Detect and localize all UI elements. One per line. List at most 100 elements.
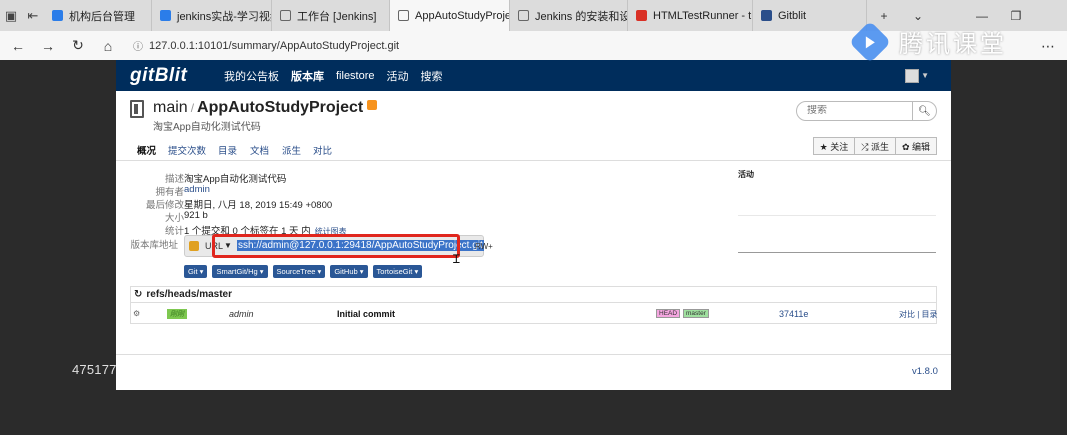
gitblit-logo[interactable]: gitBlit <box>130 65 212 87</box>
search-input[interactable] <box>807 105 907 116</box>
smartgit-button[interactable]: SmartGit/Hg ▾ <box>212 265 268 278</box>
tab-favicon-icon <box>52 10 63 21</box>
annotation-highlight-box <box>212 234 460 258</box>
tab-docs[interactable]: 文档 <box>250 143 269 157</box>
tab-favicon-icon <box>518 10 529 21</box>
text-cursor-icon: Ɪ <box>453 252 460 266</box>
tab-favicon-icon <box>160 10 171 21</box>
detail-row-url: 版本库地址 <box>116 237 178 251</box>
info-icon: ⓘ <box>133 42 143 53</box>
search-icon[interactable]: 🔍︎ <box>912 101 936 121</box>
description-value: 淘宝App自动化测试代码 <box>184 174 287 185</box>
commit-links[interactable]: 对比 | 目录 <box>899 309 938 320</box>
settings-gear-icon: ⚙ <box>133 309 141 318</box>
detail-label: 拥有者 <box>155 187 184 198</box>
title-separator: / <box>190 101 195 115</box>
tab-forks[interactable]: 派生 <box>282 143 301 157</box>
browser-tab[interactable]: Jenkins 的安装和设置 <box>510 0 628 31</box>
branch-panel: ↻ refs/heads/master ⚙ 刚刚 admin Initial c… <box>130 286 938 324</box>
nav-dashboard[interactable]: 我的公告板 <box>224 68 279 84</box>
detail-label: 统计 <box>164 226 184 237</box>
browser-tab[interactable]: 工作台 [Jenkins] <box>272 0 390 31</box>
repo-actions: ★ 关注 ⤮ 派生 ✿ 编辑 <box>812 137 937 155</box>
tortoisegit-button[interactable]: TortoiseGit ▾ <box>372 265 423 278</box>
tab-label: jenkins实战-学习视频& <box>177 10 271 23</box>
watch-button[interactable]: ★ 关注 <box>812 137 856 155</box>
repo-branch[interactable]: main <box>153 99 188 116</box>
nav-filestore[interactable]: filestore <box>336 70 375 82</box>
url-field[interactable]: ⓘ 127.0.0.1:10101/summary/AppAutoStudyPr… <box>133 38 399 54</box>
detail-row-description: 描述 <box>116 171 184 185</box>
lock-icon <box>189 241 199 251</box>
sourcetree-button[interactable]: SourceTree ▾ <box>272 265 326 278</box>
browser-tab-active[interactable]: AppAutoStudyProje ✕ <box>390 0 510 31</box>
search-box: 🔍︎ <box>796 101 937 121</box>
tab-summary[interactable]: 概况 <box>137 143 156 157</box>
activity-divider <box>738 215 936 216</box>
branch-ref[interactable]: refs/heads/master <box>146 289 232 300</box>
edit-button[interactable]: ✿ 编辑 <box>895 137 937 155</box>
head-badge: HEAD <box>656 309 681 318</box>
clone-app-buttons: Git ▾ SmartGit/Hg ▾ SourceTree ▾ GitHub … <box>184 265 427 278</box>
last-change-value: 星期日, 八月 18, 2019 15:49 +0800 <box>184 200 333 211</box>
commit-sha[interactable]: 37411e <box>779 309 808 319</box>
tab-list-icon[interactable]: ▣ <box>0 0 22 31</box>
git-button[interactable]: Git ▾ <box>184 265 208 278</box>
viewer-count-overlay: 475177107正在观看视频 <box>72 362 219 377</box>
rss-icon[interactable] <box>367 100 378 110</box>
tab-compare[interactable]: 对比 <box>313 143 332 157</box>
tab-favicon-icon <box>398 10 409 21</box>
detail-label: 描述 <box>164 174 184 185</box>
github-button[interactable]: GitHub ▾ <box>330 265 368 278</box>
tab-favicon-icon <box>761 10 772 21</box>
tab-label: Jenkins 的安装和设置 <box>535 10 627 23</box>
fork-button[interactable]: ⤮ 派生 <box>855 137 896 155</box>
tencent-classroom-logo-icon <box>848 20 892 63</box>
detail-row-stats: 统计 <box>116 223 184 237</box>
footer-divider <box>116 354 951 355</box>
refresh-icon[interactable]: ↻ <box>63 31 93 60</box>
tab-label: AppAutoStudyProje <box>415 9 510 22</box>
branch-header: ↻ refs/heads/master <box>131 287 936 303</box>
set-aside-tabs-icon[interactable]: ⇤ <box>22 0 44 31</box>
avatar[interactable] <box>905 69 919 83</box>
version-label: v1.8.0 <box>912 366 938 377</box>
tab-label: Gitblit <box>778 9 807 22</box>
commit-author[interactable]: admin <box>229 309 254 319</box>
tab-label: HTMLTestRunner - tunc <box>653 9 752 22</box>
home-icon[interactable]: ⌂ <box>93 31 123 60</box>
table-row[interactable]: ⚙ 刚刚 admin Initial commit HEAD master 37… <box>131 303 938 324</box>
browser-tab[interactable]: jenkins实战-学习视频& <box>152 0 272 31</box>
forward-icon[interactable]: → <box>33 31 63 60</box>
watermark: 腾讯课堂 <box>848 20 1007 63</box>
access-permission: RW+ <box>475 242 493 251</box>
detail-row-last-change: 最后修改 <box>116 197 184 211</box>
browser-tab[interactable]: 机构后台管理 <box>44 0 152 31</box>
user-menu-caret-icon[interactable]: ▼ <box>921 71 929 80</box>
refresh-icon: ↻ <box>134 289 143 300</box>
nav-activity[interactable]: 活动 <box>387 68 409 84</box>
activity-label: 活动 <box>738 170 754 179</box>
back-icon[interactable]: ← <box>3 31 33 60</box>
screen: ▣ ⇤ 机构后台管理 jenkins实战-学习视频& 工作台 [Jenkins]… <box>0 0 1067 435</box>
more-options-icon[interactable]: ⋯ <box>1041 38 1055 55</box>
tab-commits[interactable]: 提交次数 <box>168 143 206 157</box>
nav-search[interactable]: 搜索 <box>421 68 443 84</box>
tab-tree[interactable]: 目录 <box>218 143 237 157</box>
detail-label: 版本库地址 <box>130 240 178 251</box>
size-value: 921 b <box>184 210 208 221</box>
browser-tab[interactable]: Gitblit <box>753 0 867 31</box>
repository-icon <box>130 100 144 118</box>
commit-message[interactable]: Initial commit <box>337 309 395 319</box>
nav-repositories[interactable]: 版本库 <box>291 68 324 84</box>
branch-badge[interactable]: master <box>683 309 709 318</box>
repo-name[interactable]: AppAutoStudyProject <box>197 99 363 116</box>
detail-row-owner: 拥有者 <box>116 184 184 198</box>
tab-favicon-icon <box>636 10 647 21</box>
detail-label: 大小 <box>164 213 184 224</box>
detail-row-size: 大小 <box>116 210 184 224</box>
owner-link[interactable]: admin <box>184 184 210 195</box>
activity-divider <box>738 252 936 253</box>
browser-tab[interactable]: HTMLTestRunner - tunc <box>628 0 753 31</box>
detail-label: 最后修改 <box>145 200 184 211</box>
